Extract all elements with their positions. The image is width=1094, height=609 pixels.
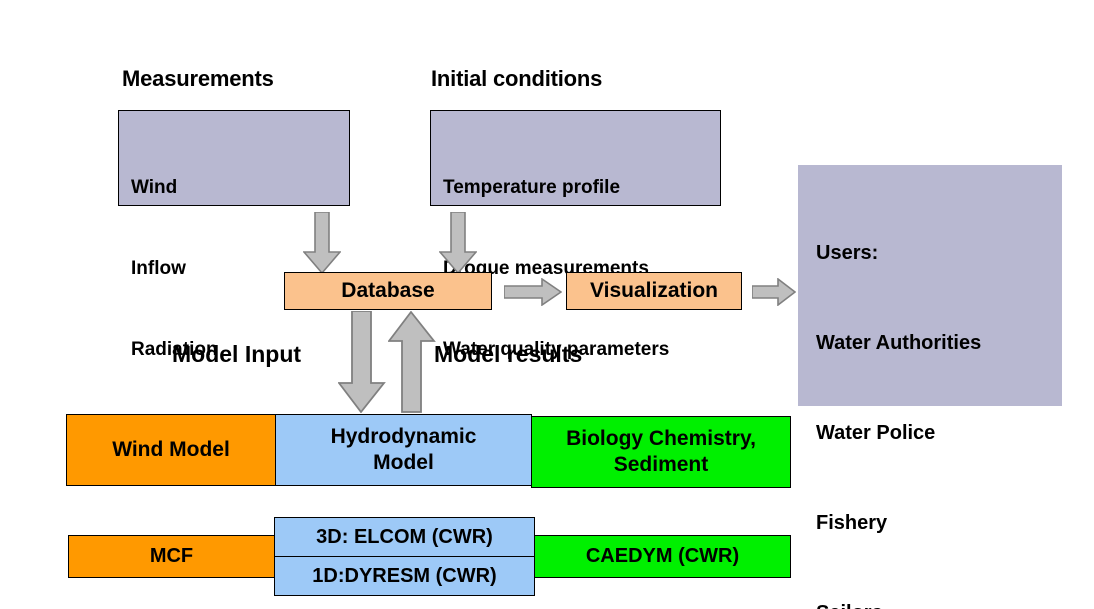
input-item: Wind: [131, 177, 178, 198]
users-item: Water Authorities: [816, 332, 982, 354]
impl-box-mcf: MCF: [68, 535, 275, 578]
arrow-validation-to-database: [439, 212, 477, 274]
arrow-database-to-models: [338, 311, 386, 413]
label-model-input: Model Input: [172, 341, 302, 367]
users-item: Sailors: [816, 598, 1062, 609]
database-label: Database: [341, 279, 435, 302]
arrow-database-to-visualization: [504, 278, 562, 306]
model-box-biology-model: Biology Chemistry, Sediment: [531, 416, 791, 488]
model-box-hydrodynamic-model: Hydrodynamic Model: [275, 414, 532, 486]
impl-label: 3D: ELCOM (CWR): [316, 525, 493, 548]
users-item: Water Police: [816, 422, 936, 444]
header-initial-conditions-line1: Initial conditions: [431, 66, 603, 91]
impl-label: CAEDYM (CWR): [585, 545, 740, 567]
diagram-canvas: Measurements of driving forces Initial c…: [0, 0, 1094, 609]
visualization-box: Visualization: [566, 272, 742, 310]
model-label: Wind Model: [112, 438, 230, 461]
impl-box-elcom: 3D: ELCOM (CWR): [274, 517, 535, 557]
header-measurements-line1: Measurements: [122, 66, 274, 91]
visualization-label: Visualization: [590, 279, 718, 302]
database-box: Database: [284, 272, 492, 310]
input-box-driving-forces: Wind Inflow Radiation: [118, 110, 350, 360]
impl-label: 1D:DYRESM (CWR): [312, 564, 497, 587]
users-box: Users: Water Authorities Water Police Fi…: [798, 165, 1062, 609]
model-box-wind-model: Wind Model: [66, 414, 276, 486]
impl-box-caedym: CAEDYM (CWR): [534, 535, 791, 578]
users-item: Fishery: [816, 512, 888, 534]
input-box-validation: Temperature profile Drogue measurements …: [430, 110, 721, 360]
arrow-visualization-to-users: [752, 278, 796, 306]
input-item: Temperature profile: [443, 177, 621, 198]
impl-label: MCF: [149, 545, 194, 567]
model-label: Biology Chemistry, Sediment: [566, 427, 756, 476]
model-label: Hydrodynamic Model: [330, 425, 477, 474]
users-item: Users:: [816, 242, 879, 264]
impl-box-dyresm: 1D:DYRESM (CWR): [274, 556, 535, 596]
label-model-results: Model results: [434, 341, 583, 367]
arrow-driving-forces-to-database: [303, 212, 341, 274]
arrow-models-to-database: [388, 311, 436, 413]
